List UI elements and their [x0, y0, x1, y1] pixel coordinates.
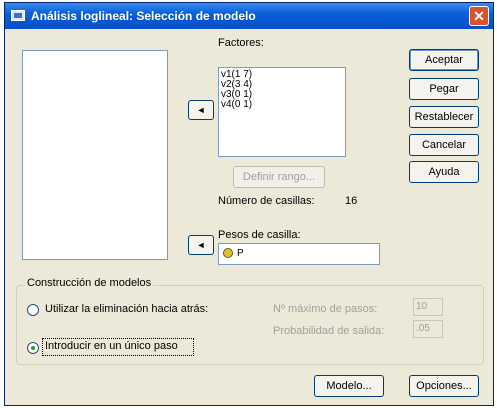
max-steps-label: Nº máximo de pasos:: [273, 303, 378, 315]
single-step-label[interactable]: Introducir en un único paso: [45, 340, 178, 352]
ok-button[interactable]: Aceptar: [409, 49, 479, 71]
exit-probability-field[interactable]: .05: [413, 320, 443, 338]
backward-elimination-radio[interactable]: [27, 304, 39, 316]
close-button[interactable]: ✕: [469, 6, 489, 26]
options-button[interactable]: Opciones...: [409, 375, 479, 397]
factors-label: Factores:: [218, 37, 264, 49]
source-variable-list[interactable]: [22, 50, 168, 260]
weights-label: Pesos de casilla:: [218, 229, 301, 241]
cancel-button[interactable]: Cancelar: [409, 134, 479, 156]
cells-count-label: Número de casillas:: [218, 195, 315, 207]
move-to-weights-button[interactable]: ◄: [188, 235, 214, 255]
arrow-left-icon: ◄: [196, 240, 206, 250]
factors-list[interactable]: v1(1 7) v2(3 4) v3(0 1) v4(0 1): [218, 67, 346, 157]
weights-value: P: [237, 248, 244, 259]
backward-elimination-label[interactable]: Utilizar la eliminación hacia atrás:: [45, 303, 208, 315]
single-step-radio[interactable]: [27, 342, 39, 354]
model-button[interactable]: Modelo...: [314, 375, 384, 397]
max-steps-field[interactable]: 10: [413, 298, 443, 316]
dialog-window: Análisis loglineal: Selección de modelo …: [4, 2, 494, 406]
cells-count-value: 16: [345, 195, 358, 207]
arrow-left-icon: ◄: [196, 105, 206, 115]
help-button[interactable]: Ayuda: [409, 161, 479, 183]
window-icon: [11, 10, 25, 21]
model-construction-legend: Construcción de modelos: [25, 277, 154, 289]
reset-button[interactable]: Restablecer: [409, 106, 479, 128]
move-to-factors-button[interactable]: ◄: [188, 100, 214, 120]
weights-field[interactable]: P: [218, 243, 380, 265]
title-bar[interactable]: Análisis loglineal: Selección de modelo …: [5, 3, 493, 29]
define-range-button[interactable]: Definir rango...: [233, 166, 325, 188]
exit-probability-label: Probabilidad de salida:: [273, 325, 385, 337]
window-title: Análisis loglineal: Selección de modelo: [31, 9, 256, 23]
paste-button[interactable]: Pegar: [409, 78, 479, 100]
variable-icon: [223, 248, 233, 258]
list-item[interactable]: v4(0 1): [219, 100, 345, 110]
